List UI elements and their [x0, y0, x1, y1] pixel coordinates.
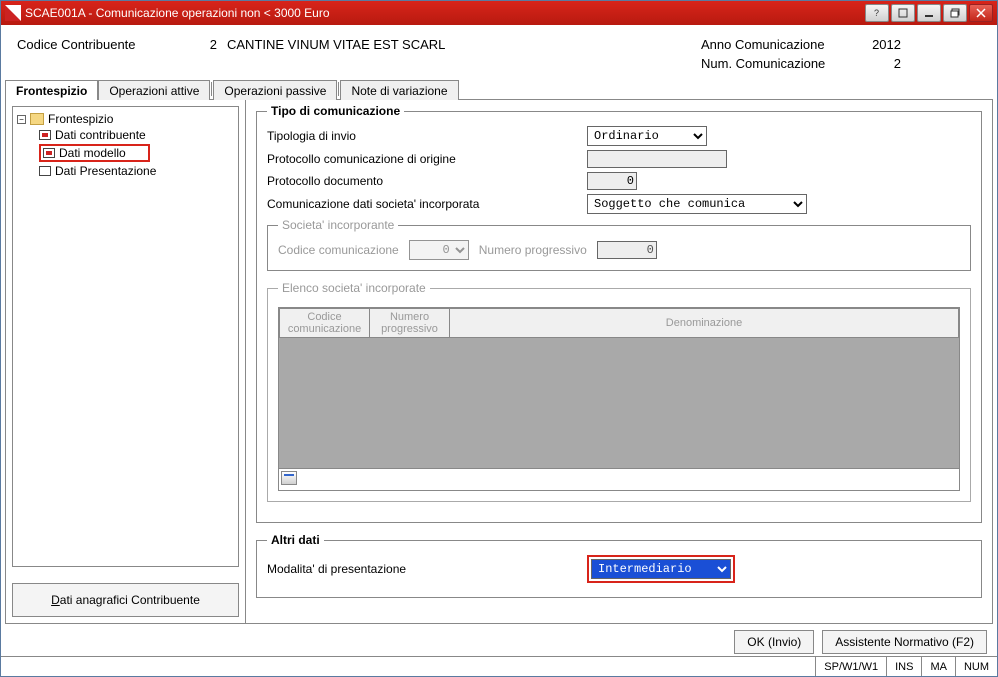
tab-operazioni-passive[interactable]: Operazioni passive	[213, 80, 337, 100]
window-title: SCAE001A - Comunicazione operazioni non …	[25, 6, 863, 20]
titlebar: SCAE001A - Comunicazione operazioni non …	[1, 1, 997, 25]
grid: Codice comunicazione Numero progressivo …	[279, 308, 959, 338]
modalita-label: Modalita' di presentazione	[267, 562, 587, 576]
grid-body-empty	[279, 338, 959, 468]
statusbar: SP/W1/W1 INS MA NUM	[1, 656, 997, 676]
tipologia-label: Tipologia di invio	[267, 129, 587, 143]
grid-container: Codice comunicazione Numero progressivo …	[278, 307, 960, 491]
tipologia-select[interactable]: Ordinario	[587, 126, 707, 146]
grid-col-codice[interactable]: Codice comunicazione	[280, 309, 370, 338]
tree-item-modello[interactable]: Dati modello	[35, 143, 234, 163]
anno-value: 2012	[851, 37, 901, 52]
fieldset-tipo-comunicazione: Tipo di comunicazione Tipologia di invio…	[256, 104, 982, 523]
header-right: Anno Comunicazione 2012 Num. Comunicazio…	[701, 37, 901, 71]
restore-button-b[interactable]	[943, 4, 967, 22]
status-cell-num: NUM	[955, 657, 997, 676]
codice-com-select: 0	[409, 240, 469, 260]
legend-elenco: Elenco societa' incorporate	[278, 281, 430, 295]
help-button[interactable]: ?	[865, 4, 889, 22]
dati-anagrafici-button[interactable]: Dati anagrafici Contribuente	[12, 583, 239, 617]
tree-root-label: Frontespizio	[48, 112, 113, 126]
contrib-name: CANTINE VINUM VITAE EST SCARL	[227, 37, 445, 71]
status-cell-sp: SP/W1/W1	[815, 657, 886, 676]
comunic-select[interactable]: Soggetto che comunica	[587, 194, 807, 214]
tab-separator	[211, 82, 212, 96]
contrib-label: Codice Contribuente	[17, 37, 187, 71]
tree: − Frontespizio Dati contribuente Dati mo…	[12, 106, 239, 567]
prot-origine-input[interactable]	[587, 150, 727, 168]
tabs: Frontespizio Operazioni attive Operazion…	[5, 79, 993, 100]
svg-text:?: ?	[874, 8, 879, 18]
numprog-label: Numero progressivo	[479, 243, 587, 257]
highlight-box: Dati modello	[39, 144, 150, 162]
tree-item-presentazione[interactable]: Dati Presentazione	[35, 163, 234, 179]
minimize-button[interactable]	[917, 4, 941, 22]
fieldset-elenco-incorporate: Elenco societa' incorporate Codice comun…	[267, 281, 971, 502]
tab-frontespizio[interactable]: Frontespizio	[5, 80, 98, 100]
status-cell-ma: MA	[921, 657, 955, 676]
codice-com-label: Codice comunicazione	[278, 243, 399, 257]
tree-item-label: Dati Presentazione	[55, 164, 156, 178]
prot-doc-input[interactable]	[587, 172, 637, 190]
restore-button-a[interactable]	[891, 4, 915, 22]
num-value: 2	[851, 56, 901, 71]
assistente-button[interactable]: Assistente Normativo (F2)	[822, 630, 987, 654]
form-area: Tipo di comunicazione Tipologia di invio…	[246, 100, 992, 623]
prot-origine-label: Protocollo comunicazione di origine	[267, 152, 587, 166]
contrib-code: 2	[187, 37, 227, 71]
legend-tipo: Tipo di comunicazione	[267, 104, 404, 118]
tree-item-label: Dati modello	[59, 146, 126, 160]
tree-item-contribuente[interactable]: Dati contribuente	[35, 127, 234, 143]
grid-col-denom[interactable]: Denominazione	[450, 309, 959, 338]
folder-icon	[30, 113, 44, 125]
ok-button[interactable]: OK (Invio)	[734, 630, 814, 654]
grid-col-numero[interactable]: Numero progressivo	[370, 309, 450, 338]
collapse-icon[interactable]: −	[17, 115, 26, 124]
app-icon	[5, 5, 21, 21]
footer-buttons: OK (Invio) Assistente Normativo (F2)	[1, 624, 997, 656]
header-left: Codice Contribuente 2 CANTINE VINUM VITA…	[17, 37, 445, 71]
sidebar: − Frontespizio Dati contribuente Dati mo…	[6, 100, 246, 623]
status-cell-ins: INS	[886, 657, 921, 676]
leaf-icon	[43, 148, 55, 158]
anno-label: Anno Comunicazione	[701, 37, 851, 52]
prot-doc-label: Protocollo documento	[267, 174, 587, 188]
tree-root[interactable]: − Frontespizio	[17, 111, 234, 127]
grid-footer	[279, 468, 959, 490]
grid-toolbar-icon[interactable]	[281, 471, 297, 485]
header-info: Codice Contribuente 2 CANTINE VINUM VITA…	[1, 25, 997, 79]
tree-item-label: Dati contribuente	[55, 128, 146, 142]
body-area: − Frontespizio Dati contribuente Dati mo…	[5, 100, 993, 624]
tab-note-variazione[interactable]: Note di variazione	[340, 80, 458, 100]
modalita-select[interactable]: Intermediario	[591, 559, 731, 579]
highlight-box: Intermediario	[587, 555, 735, 583]
legend-soc-inc: Societa' incorporante	[278, 218, 398, 232]
comunic-label: Comunicazione dati societa' incorporata	[267, 197, 587, 211]
fieldset-altri-dati: Altri dati Modalita' di presentazione In…	[256, 533, 982, 598]
legend-altri: Altri dati	[267, 533, 324, 547]
numprog-input	[597, 241, 657, 259]
fieldset-soc-incorporante: Societa' incorporante Codice comunicazio…	[267, 218, 971, 271]
close-button[interactable]	[969, 4, 993, 22]
tab-separator	[338, 82, 339, 96]
tab-operazioni-attive[interactable]: Operazioni attive	[98, 80, 210, 100]
leaf-icon	[39, 166, 51, 176]
leaf-icon	[39, 130, 51, 140]
num-label: Num. Comunicazione	[701, 56, 851, 71]
app-window: SCAE001A - Comunicazione operazioni non …	[0, 0, 998, 677]
